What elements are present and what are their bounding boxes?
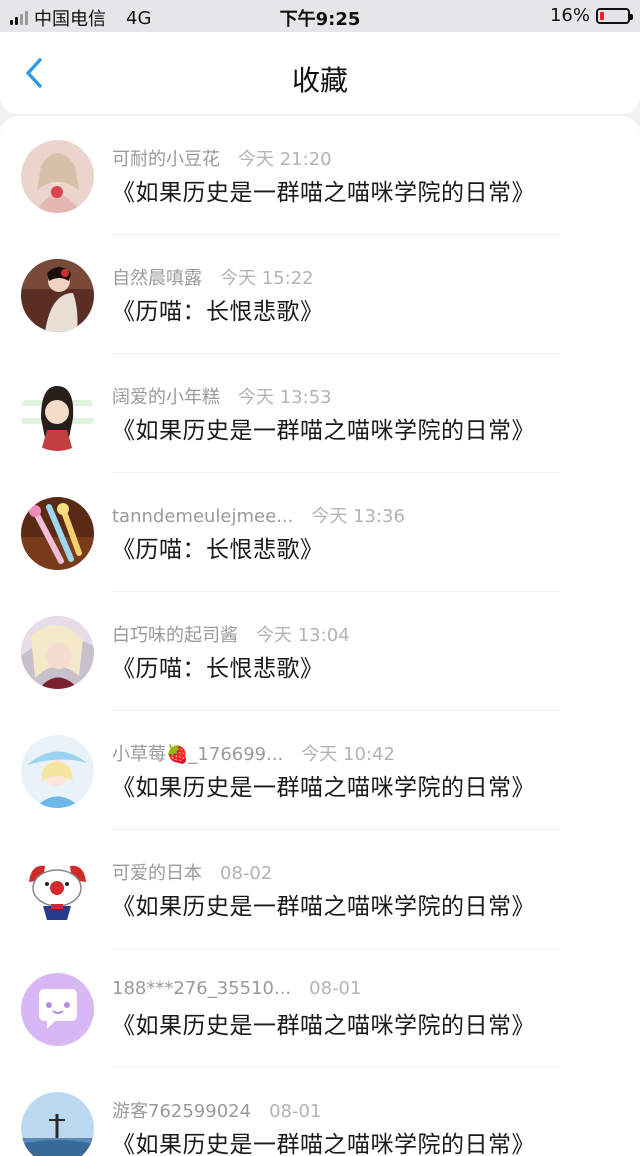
username[interactable]: 可爱的日本 [112, 863, 202, 884]
timestamp: 今天 13:04 [256, 625, 350, 646]
avatar[interactable] [21, 973, 94, 1046]
page-title: 收藏 [291, 64, 348, 97]
item-meta: 白巧味的起司酱 今天 13:04 [112, 621, 350, 647]
battery-fill [600, 11, 604, 20]
item-meta: 可耐的小豆花 今天 21:20 [112, 145, 332, 171]
username[interactable]: 白巧味的起司酱 [112, 625, 238, 646]
username[interactable]: 可耐的小豆花 [112, 149, 220, 170]
avatar[interactable] [21, 616, 94, 689]
timestamp: 今天 15:22 [220, 268, 314, 289]
list-item[interactable]: 阔爱的小年糕 今天 13:53 《如果历史是一群喵之喵咪学院的日常》 [0, 354, 640, 473]
avatar[interactable] [21, 378, 94, 451]
item-meta: 游客762599024 08-01 [112, 1097, 321, 1123]
item-meta: 小草莓🍓_176699... 今天 10:42 [112, 740, 395, 766]
username[interactable]: 小草莓🍓_176699... [112, 744, 283, 765]
status-bar: 中国电信 4G 下午9:25 16% [0, 0, 640, 32]
timestamp: 今天 21:20 [238, 149, 332, 170]
item-meta: tanndemeulejmee... 今天 13:36 [112, 502, 405, 528]
item-title[interactable]: 《如果历史是一群喵之喵咪学院的日常》 [112, 173, 535, 207]
list-item[interactable]: 小草莓🍓_176699... 今天 10:42 《如果历史是一群喵之喵咪学院的日常… [0, 711, 640, 830]
timestamp: 08-01 [309, 978, 362, 999]
list-item[interactable]: tanndemeulejmee... 今天 13:36 《历喵：长恨悲歌》 [0, 473, 640, 592]
avatar[interactable] [21, 854, 94, 927]
list-item[interactable]: 自然晨嗔露 今天 15:22 《历喵：长恨悲歌》 [0, 235, 640, 354]
username[interactable]: 188***276_35510... [112, 978, 291, 999]
item-title[interactable]: 《历喵：长恨悲歌》 [112, 649, 324, 683]
avatar[interactable] [21, 259, 94, 332]
list-item[interactable]: 白巧味的起司酱 今天 13:04 《历喵：长恨悲歌》 [0, 592, 640, 711]
item-meta: 188***276_35510... 08-01 [112, 978, 361, 999]
list-item[interactable]: 游客762599024 08-01 《如果历史是一群喵之喵咪学院的日常》 [0, 1068, 640, 1156]
item-meta: 可爱的日本 08-02 [112, 859, 272, 885]
favorites-list: 可耐的小豆花 今天 21:20 《如果历史是一群喵之喵咪学院的日常》 自然晨嗔露今… [0, 116, 640, 1156]
avatar[interactable] [21, 1092, 94, 1156]
timestamp: 08-01 [269, 1101, 322, 1122]
status-right: 16% [549, 5, 633, 26]
item-meta: 阔爱的小年糕 今天 13:53 [112, 383, 332, 409]
username[interactable]: 游客762599024 [112, 1101, 251, 1122]
username[interactable]: 阔爱的小年糕 [112, 387, 220, 408]
timestamp: 08-02 [220, 863, 273, 884]
avatar[interactable] [21, 735, 94, 808]
avatar[interactable] [21, 140, 94, 213]
username[interactable]: 自然晨嗔露 [112, 268, 202, 289]
item-title[interactable]: 《如果历史是一群喵之喵咪学院的日常》 [112, 1006, 535, 1040]
clock: 下午9:25 [279, 9, 361, 30]
item-title[interactable]: 《如果历史是一群喵之喵咪学院的日常》 [112, 1125, 535, 1156]
item-title[interactable]: 《如果历史是一群喵之喵咪学院的日常》 [112, 411, 535, 445]
timestamp: 今天 13:53 [238, 387, 332, 408]
item-title[interactable]: 《历喵：长恨悲歌》 [112, 292, 324, 326]
avatar[interactable] [21, 497, 94, 570]
timestamp: 今天 10:42 [301, 744, 395, 765]
item-title[interactable]: 《如果历史是一群喵之喵咪学院的日常》 [112, 887, 535, 921]
list-item[interactable]: 188***276_35510... 08-01 《如果历史是一群喵之喵咪学院的日… [0, 949, 640, 1068]
item-title[interactable]: 《如果历史是一群喵之喵咪学院的日常》 [112, 768, 535, 802]
timestamp: 今天 13:36 [311, 506, 405, 527]
username[interactable]: tanndemeulejmee... [112, 506, 293, 527]
item-title[interactable]: 《历喵：长恨悲歌》 [112, 530, 324, 564]
list-item[interactable]: 可耐的小豆花 今天 21:20 《如果历史是一群喵之喵咪学院的日常》 [0, 116, 640, 235]
nav-bar: 收藏 [0, 32, 640, 114]
item-meta: 自然晨嗔露 今天 15:22 [112, 264, 314, 290]
list-item[interactable]: 可爱的日本 08-02 《如果历史是一群喵之喵咪学院的日常》 [0, 830, 640, 949]
battery-percent: 16% [549, 5, 590, 26]
battery-icon [596, 7, 633, 24]
